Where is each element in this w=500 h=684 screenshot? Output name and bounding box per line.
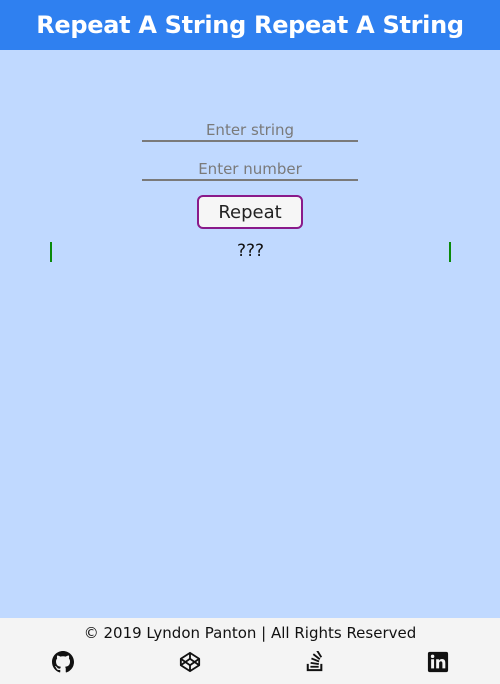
linkedin-link[interactable] xyxy=(427,651,449,673)
codepen-link[interactable] xyxy=(179,651,201,673)
repeat-button[interactable]: Repeat xyxy=(197,195,303,229)
string-field xyxy=(142,116,358,142)
footer: © 2019 Lyndon Panton | All Rights Reserv… xyxy=(0,618,500,684)
stackoverflow-icon xyxy=(306,651,323,672)
string-input[interactable] xyxy=(142,116,358,140)
output-display: ??? xyxy=(50,242,451,262)
number-field xyxy=(142,155,358,181)
header-bar: Repeat A String Repeat A String xyxy=(0,0,500,50)
page-title: Repeat A String Repeat A String xyxy=(36,11,464,39)
linkedin-icon xyxy=(427,651,449,673)
main-content: Repeat ??? xyxy=(0,50,500,618)
copyright-text: © 2019 Lyndon Panton | All Rights Reserv… xyxy=(83,624,417,642)
number-input[interactable] xyxy=(142,155,358,179)
github-icon xyxy=(52,651,74,673)
app: Repeat A String Repeat A String Repeat ?… xyxy=(0,0,500,684)
codepen-icon xyxy=(179,651,201,673)
github-link[interactable] xyxy=(52,651,74,673)
output-text: ??? xyxy=(236,241,265,261)
stackoverflow-link[interactable] xyxy=(304,651,326,673)
